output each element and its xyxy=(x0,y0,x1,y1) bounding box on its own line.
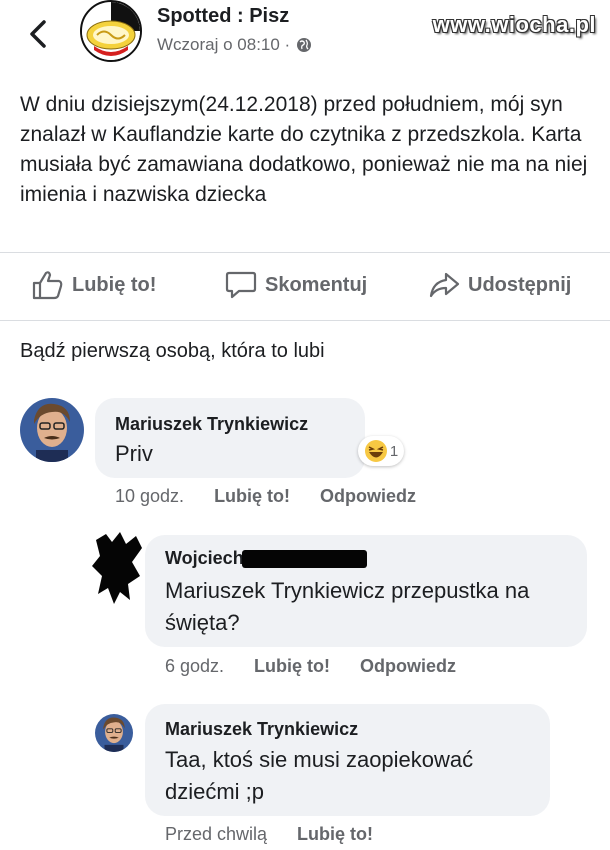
comment-meta: 10 godz. Lubię to! Odpowiedz xyxy=(115,486,416,507)
comment-like-link[interactable]: Lubię to! xyxy=(297,824,373,845)
comment-author[interactable]: Mariuszek Trynkiewicz xyxy=(115,414,308,435)
like-label: Lubię to! xyxy=(72,273,157,296)
comment-reply-link[interactable]: Odpowiedz xyxy=(320,486,416,507)
divider xyxy=(0,320,610,321)
divider xyxy=(0,252,610,253)
reaction-badge[interactable]: 1 xyxy=(358,436,404,466)
avatar[interactable] xyxy=(95,714,133,752)
comment-like-link[interactable]: Lubię to! xyxy=(254,656,330,677)
comment-bubble: Mariuszek Trynkiewicz Priv xyxy=(95,398,365,478)
post-text: W dniu dzisiejszym(24.12.2018) przed poł… xyxy=(20,93,588,206)
comment-label: Skomentuj xyxy=(265,273,368,296)
like-button[interactable]: Lubię to! xyxy=(32,270,156,300)
page-name[interactable]: Spotted : Pisz xyxy=(157,5,289,28)
comment-author[interactable]: Mariuszek Trynkiewicz xyxy=(165,719,358,740)
share-icon xyxy=(429,272,460,298)
comment-button[interactable]: Skomentuj xyxy=(225,270,367,300)
post-time-text: Wczoraj o 08:10 · xyxy=(157,35,291,54)
comment-time[interactable]: Przed chwilą xyxy=(165,824,267,845)
share-label: Udostępnij xyxy=(468,273,572,296)
redaction-bar xyxy=(241,549,367,568)
comment-time[interactable]: 6 godz. xyxy=(165,656,224,677)
avatar-redacted[interactable] xyxy=(92,532,148,604)
comment-bubble: Wojciech Mariuszek Trynkiewicz przepustk… xyxy=(145,535,587,647)
avatar[interactable] xyxy=(20,398,84,462)
comment-text: Mariuszek Trynkiewicz przepustka na świę… xyxy=(165,578,530,635)
reaction-count: 1 xyxy=(389,442,399,460)
comment-text: Priv xyxy=(115,441,153,466)
first-like-text: Bądź pierwszą osobą, która to lubi xyxy=(20,340,325,362)
share-button[interactable]: Udostępnij xyxy=(428,270,571,300)
globe-icon xyxy=(297,38,312,52)
comment-reply-link[interactable]: Odpowiedz xyxy=(360,656,456,677)
comment-author[interactable]: Wojciech xyxy=(165,548,244,569)
comment-icon xyxy=(225,271,257,299)
comment-meta: 6 godz. Lubię to! Odpowiedz xyxy=(165,656,456,677)
comment-text: Taa, ktoś sie musi zaopiekować dziećmi ;… xyxy=(165,747,474,804)
page-avatar[interactable] xyxy=(80,0,142,62)
haha-emoji-icon xyxy=(364,440,387,462)
comment-bubble: Mariuszek Trynkiewicz Taa, ktoś sie musi… xyxy=(145,704,550,816)
back-arrow-icon[interactable] xyxy=(24,16,54,52)
comment-author-row: Wojciech xyxy=(165,548,367,569)
watermark: www.wiocha.pl xyxy=(432,12,596,37)
thumbs-up-icon xyxy=(32,271,63,300)
comment-meta: Przed chwilą Lubię to! xyxy=(165,824,373,845)
comment-like-link[interactable]: Lubię to! xyxy=(214,486,290,507)
comment-time[interactable]: 10 godz. xyxy=(115,486,184,507)
post-timestamp[interactable]: Wczoraj o 08:10 · xyxy=(157,35,312,55)
